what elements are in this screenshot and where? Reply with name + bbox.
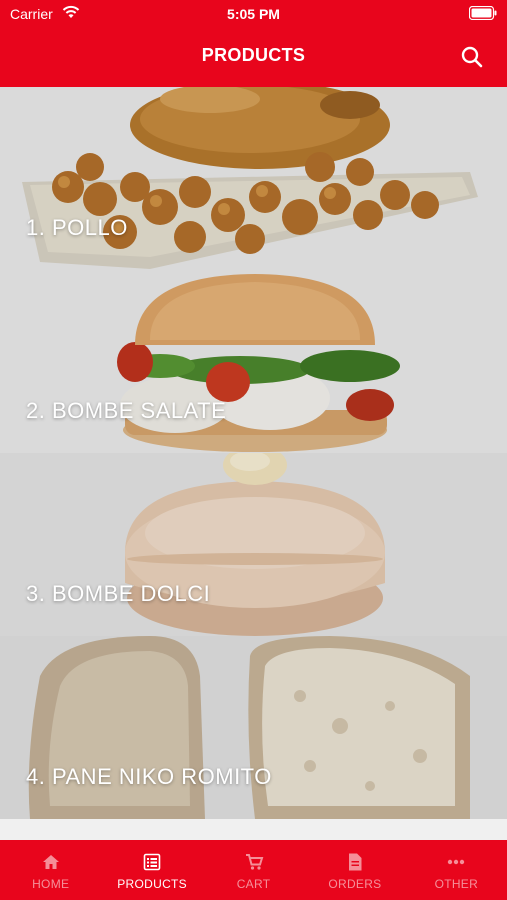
- status-bar: Carrier 5:05 PM: [0, 0, 507, 28]
- product-title: 3. BOMBE DOLCI: [26, 581, 211, 606]
- list-icon: [143, 853, 161, 871]
- more-icon: [448, 859, 465, 865]
- search-icon[interactable]: [459, 44, 485, 70]
- tab-cart[interactable]: CART: [203, 840, 304, 900]
- tab-bar: HOME PRODUCTS CART ORDERS OTHER: [0, 840, 507, 900]
- product-title: 4. PANE NIKO ROMITO: [26, 764, 272, 789]
- next-tile-peek: [0, 819, 507, 840]
- cart-icon: [245, 854, 263, 870]
- image-overlay: [0, 270, 507, 453]
- battery-icon: [469, 6, 497, 20]
- tab-label: CART: [236, 877, 271, 891]
- tab-other[interactable]: OTHER: [406, 840, 507, 900]
- app-header: Carrier 5:05 PM PRODUCTS: [0, 0, 507, 87]
- product-tile-pane[interactable]: 4. PANE NIKO ROMITO: [0, 636, 507, 819]
- product-tile-bombe-salate[interactable]: 2. BOMBE SALATE: [0, 270, 507, 453]
- home-icon: [42, 855, 59, 869]
- product-tile-bombe-dolci[interactable]: 3. BOMBE DOLCI: [0, 453, 507, 636]
- document-icon: [348, 853, 362, 871]
- tab-products[interactable]: PRODUCTS: [101, 840, 202, 900]
- tab-orders[interactable]: ORDERS: [304, 840, 405, 900]
- product-tile-pollo[interactable]: 1. POLLO: [0, 87, 507, 270]
- status-time: 5:05 PM: [227, 6, 280, 22]
- product-title: 1. POLLO: [26, 215, 128, 240]
- product-list[interactable]: 1. POLLO 2. BOMBE SALATE 3. BOMBE DOLCI …: [0, 87, 507, 840]
- image-overlay: [0, 453, 507, 636]
- tab-label: PRODUCTS: [117, 877, 187, 891]
- tab-label: ORDERS: [328, 877, 382, 891]
- nav-bar: PRODUCTS: [0, 28, 507, 87]
- tab-home[interactable]: HOME: [0, 840, 101, 900]
- tab-label: HOME: [32, 877, 70, 891]
- image-overlay: [0, 636, 507, 819]
- tab-label: OTHER: [434, 877, 479, 891]
- product-title: 2. BOMBE SALATE: [26, 398, 227, 423]
- page-title: PRODUCTS: [201, 45, 306, 65]
- image-overlay: [0, 87, 507, 270]
